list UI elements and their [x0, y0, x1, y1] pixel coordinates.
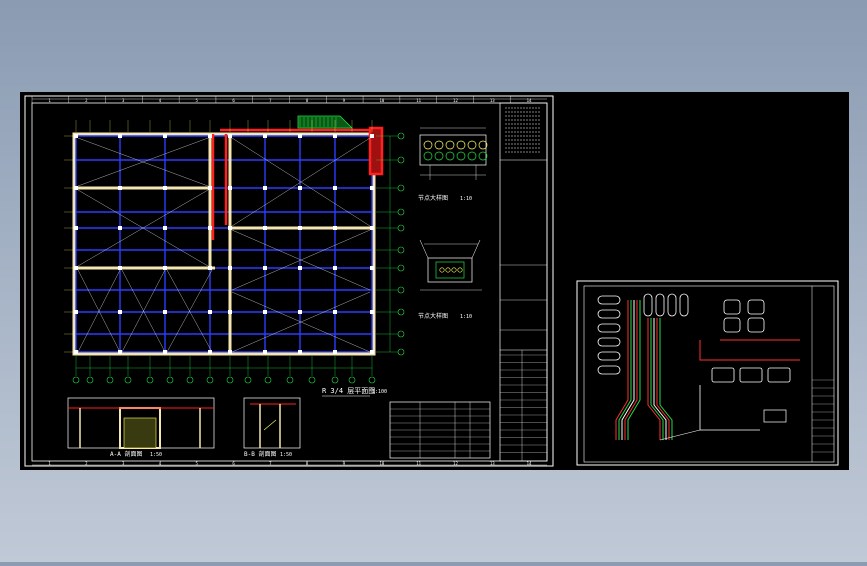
column	[228, 226, 232, 230]
column	[298, 350, 302, 354]
column	[208, 350, 212, 354]
column	[298, 226, 302, 230]
detail-mid-scale: 1:10	[460, 314, 472, 320]
column	[298, 310, 302, 314]
column	[228, 186, 232, 190]
column	[118, 310, 122, 314]
column	[333, 310, 337, 314]
column	[163, 310, 167, 314]
grid-number-bottom: 10	[379, 461, 384, 466]
cad-viewport[interactable]: 1 2 3 4 5 6 7 8 9 10 11 12 13 14 1 2 3 4 5 6 7 8 9 10 11 12 13 14	[0, 0, 867, 562]
column	[74, 310, 78, 314]
column	[163, 350, 167, 354]
column	[163, 134, 167, 138]
column	[163, 226, 167, 230]
column	[298, 186, 302, 190]
grid-number-top: 11	[416, 98, 421, 103]
column	[333, 134, 337, 138]
column	[74, 226, 78, 230]
section-a-scale: 1:50	[150, 452, 162, 458]
column	[370, 266, 374, 270]
column	[298, 134, 302, 138]
column	[333, 350, 337, 354]
column	[118, 186, 122, 190]
grid-number-bottom: 13	[490, 461, 495, 466]
column	[118, 266, 122, 270]
column	[370, 226, 374, 230]
column	[370, 134, 374, 138]
section-a-title: A-A 剖面图	[110, 450, 142, 458]
column	[208, 134, 212, 138]
plan-scale: 1:100	[372, 389, 387, 395]
column	[208, 186, 212, 190]
grid-number-top: 14	[527, 98, 532, 103]
column	[74, 134, 78, 138]
grid-number-top: 10	[379, 98, 384, 103]
column	[263, 266, 267, 270]
section-b-title: B-B 剖面图	[244, 450, 276, 458]
column	[333, 266, 337, 270]
column	[74, 186, 78, 190]
column	[228, 310, 232, 314]
column	[228, 350, 232, 354]
column	[118, 350, 122, 354]
grid-number-bottom: 11	[416, 461, 421, 466]
column	[74, 350, 78, 354]
grid-number-top: 13	[490, 98, 495, 103]
column	[208, 226, 212, 230]
column	[370, 310, 374, 314]
grid-number-bottom: 12	[453, 461, 458, 466]
column	[263, 134, 267, 138]
column	[333, 186, 337, 190]
column	[370, 350, 374, 354]
column	[228, 134, 232, 138]
column	[163, 186, 167, 190]
detail-top-title: 节点大样图	[418, 194, 448, 202]
column	[208, 310, 212, 314]
column	[74, 266, 78, 270]
column	[263, 310, 267, 314]
column	[370, 186, 374, 190]
column	[208, 266, 212, 270]
column	[298, 266, 302, 270]
column	[333, 226, 337, 230]
grid-number-top: 12	[453, 98, 458, 103]
section-b-scale: 1:50	[280, 452, 292, 458]
detail-mid-title: 节点大样图	[418, 312, 448, 320]
column	[228, 266, 232, 270]
drawing-canvas: 1 2 3 4 5 6 7 8 9 10 11 12 13 14 1 2 3 4 5 6 7 8 9 10 11 12 13 14	[20, 92, 849, 470]
grid-number-bottom: 14	[527, 461, 532, 466]
column	[263, 186, 267, 190]
column	[118, 226, 122, 230]
column	[118, 134, 122, 138]
plan-title: R 3/4 层平面图	[322, 387, 375, 395]
detail-top-scale: 1:10	[460, 196, 472, 202]
column	[263, 350, 267, 354]
column	[163, 266, 167, 270]
column	[263, 226, 267, 230]
